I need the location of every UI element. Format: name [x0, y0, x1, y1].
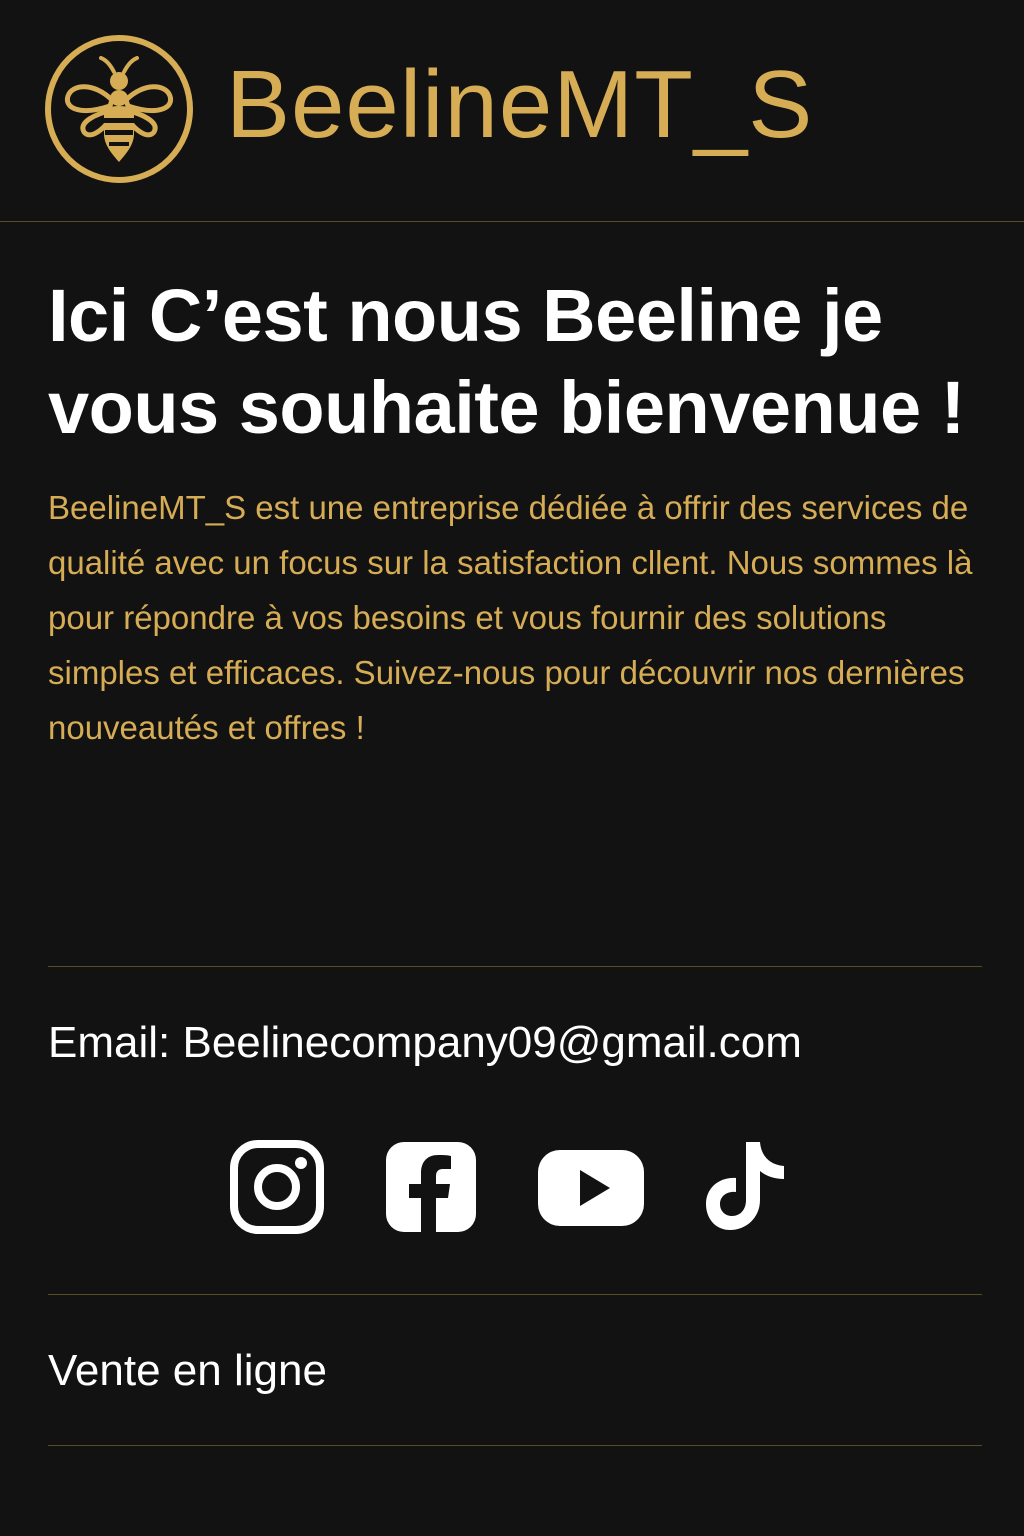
youtube-link[interactable]	[536, 1148, 646, 1228]
divider	[48, 1294, 982, 1295]
instagram-icon	[230, 1140, 324, 1234]
site-header: BeelineMT_S	[0, 0, 1024, 222]
social-links	[0, 1138, 1024, 1238]
divider	[48, 1445, 982, 1446]
divider	[48, 966, 982, 967]
brand-name[interactable]: BeelineMT_S	[226, 50, 813, 160]
welcome-headline: Ici C’est nous Beeline je vous souhaite …	[48, 274, 965, 449]
instagram-link[interactable]	[230, 1140, 324, 1234]
tiktok-link[interactable]	[700, 1138, 792, 1234]
facebook-icon	[386, 1142, 476, 1234]
company-description: BeelineMT_S est une entreprise dédiée à …	[48, 489, 973, 746]
main-content: Ici C’est nous Beeline je vous souhaite …	[48, 270, 988, 755]
youtube-icon	[538, 1150, 644, 1226]
bee-logo-icon[interactable]	[44, 34, 194, 184]
bee-icon	[45, 35, 193, 183]
online-sales-label: Vente en ligne	[48, 1346, 327, 1395]
email-contact[interactable]: Email: Beelinecompany09@gmail.com	[48, 1016, 802, 1070]
tiktok-icon	[706, 1142, 784, 1230]
facebook-link[interactable]	[384, 1140, 478, 1234]
